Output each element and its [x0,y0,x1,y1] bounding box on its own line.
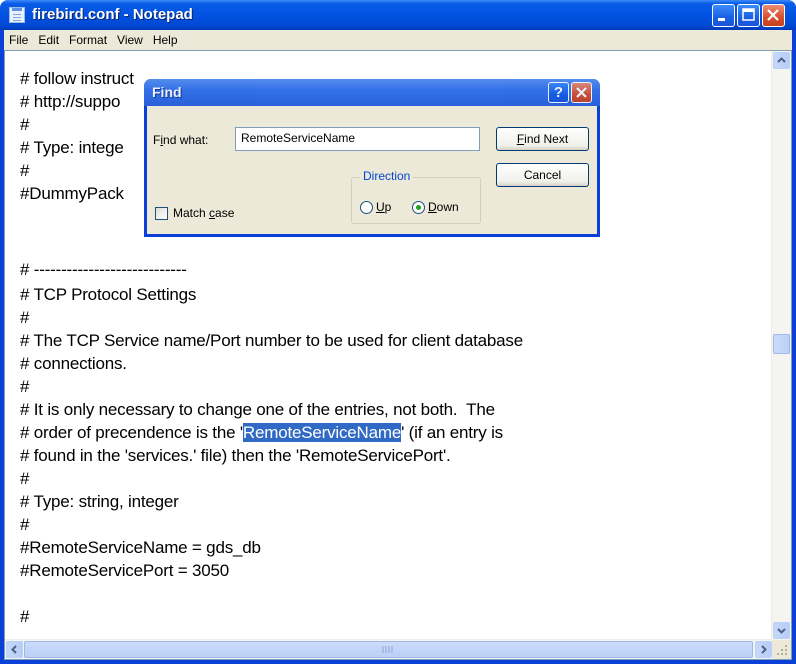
find-dialog-title-bar[interactable]: Find ? [144,79,600,106]
maximize-button[interactable] [737,4,760,27]
text-line: # [20,308,30,327]
text-line: # connections. [20,354,127,373]
scroll-right-button[interactable] [755,641,772,658]
vertical-scrollbar[interactable] [771,51,791,641]
text-line: #RemoteServiceName = gds_db [20,538,261,557]
text-line: # follow instruct [20,69,134,88]
find-next-button[interactable]: Find Next [496,127,589,151]
menu-bar: File Edit Format View Help [4,30,792,50]
scroll-up-button[interactable] [773,52,790,69]
direction-label: Direction [360,169,414,183]
text-line: # [20,115,30,134]
text-line: # The TCP Service name/Port number to be… [20,331,523,350]
direction-up-label[interactable]: Up [376,200,391,214]
find-what-label: Find what: [153,133,209,147]
vertical-scroll-thumb[interactable] [773,334,790,354]
text-line: # found in the 'services.' file) then th… [20,446,451,465]
text-line: # [20,377,30,396]
text-line: # [20,607,30,626]
arrow-left-icon [11,645,17,654]
scroll-left-button[interactable] [6,641,23,658]
horizontal-scroll-thumb[interactable] [24,641,753,658]
minimize-icon [718,18,725,21]
arrow-right-icon [761,645,767,654]
match-case-checkbox[interactable] [155,207,168,220]
help-icon: ? [553,84,564,101]
cancel-button[interactable]: Cancel [496,163,589,187]
text-line: #DummyPack [20,184,124,203]
text-line: # [20,161,30,180]
scroll-down-button[interactable] [773,622,790,639]
arrow-down-icon [777,628,786,634]
text-line: # http://suppo [20,92,121,111]
help-button[interactable]: ? [548,82,569,103]
dialog-close-button[interactable] [571,82,592,103]
text-line: # [20,469,30,488]
menu-edit[interactable]: Edit [33,30,64,50]
find-dialog-title: Find [152,84,182,100]
menu-view[interactable]: View [112,30,148,50]
text-before-selection: # order of precendence is the ' [20,423,243,442]
match-case-label[interactable]: Match case [173,206,234,220]
horizontal-scrollbar[interactable] [5,639,773,659]
resize-grip-icon [777,645,787,655]
text-line: # Type: intege [20,138,124,157]
text-line: #RemoteServicePort = 3050 [20,561,230,580]
close-icon [576,87,587,98]
menu-help[interactable]: Help [148,30,183,50]
find-dialog: Find ? Find what: RemoteServiceName Find… [144,79,600,237]
text-line: # ---------------------------- [20,260,187,279]
menu-format[interactable]: Format [64,30,112,50]
text-line: # It is only necessary to change one of … [20,400,495,419]
thumb-grip-icon [382,646,393,653]
notepad-icon[interactable] [9,7,25,23]
find-dialog-body: Find what: RemoteServiceName Find Next C… [147,106,597,234]
direction-down-label[interactable]: Down [428,200,459,214]
close-icon [767,9,779,21]
window-title: firebird.conf - Notepad [32,6,193,23]
text-line: # TCP Protocol Settings [20,285,197,304]
text-line: # [20,515,30,534]
minimize-button[interactable] [712,4,735,27]
selected-text[interactable]: RemoteServiceName [242,423,401,442]
title-bar[interactable]: firebird.conf - Notepad [0,0,796,30]
arrow-up-icon [777,57,786,63]
close-button[interactable] [762,4,785,27]
direction-down-radio[interactable] [412,201,425,214]
size-grip[interactable] [772,640,791,659]
menu-file[interactable]: File [4,30,33,50]
text-line: # Type: string, integer [20,492,179,511]
text-after-selection: ' (if an entry is [401,423,503,442]
text-line-highlighted: # order of precendence is the 'RemoteSer… [20,422,503,443]
direction-up-radio[interactable] [360,201,373,214]
find-what-input[interactable]: RemoteServiceName [235,127,480,151]
maximize-icon [742,8,755,21]
